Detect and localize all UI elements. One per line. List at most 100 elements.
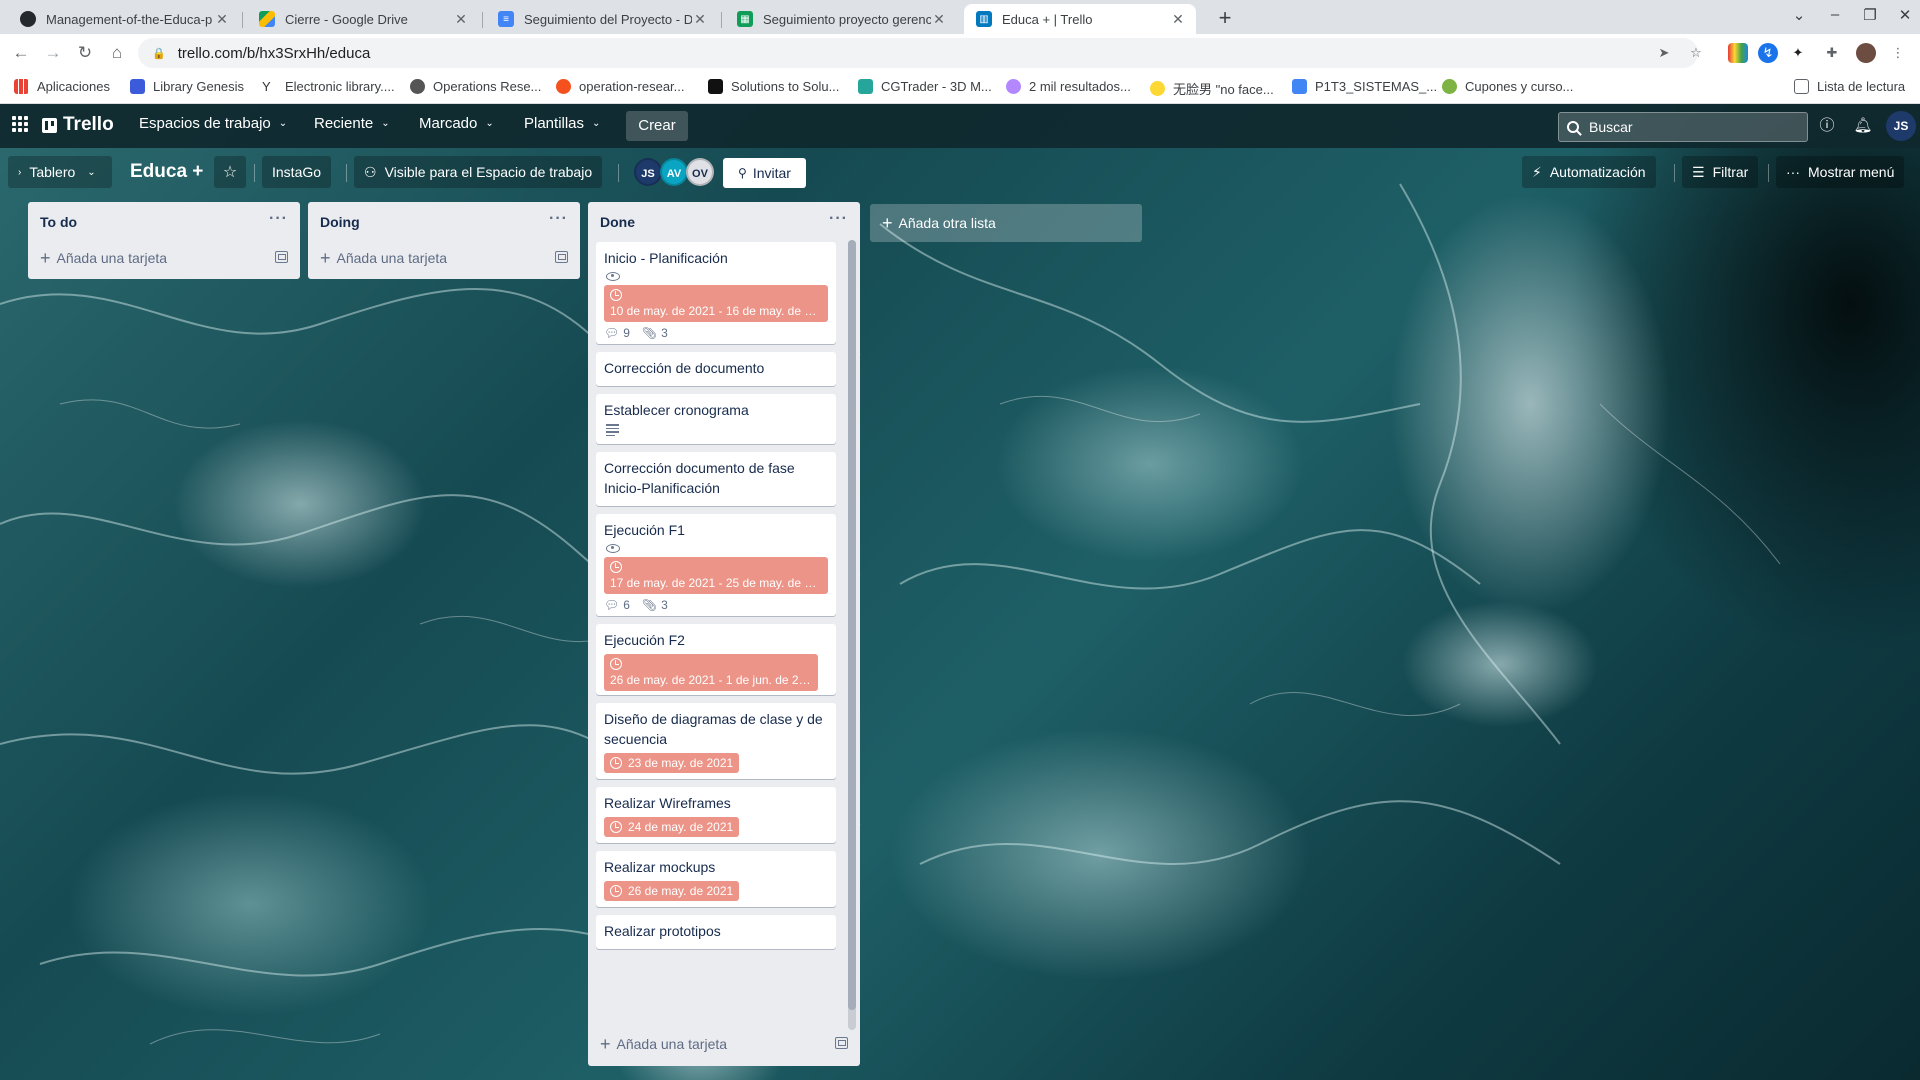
bookmark-item[interactable]: 2 mil resultados... [1006, 79, 1131, 94]
card[interactable]: Realizar Wireframes 24 de may. de 2021 [596, 787, 836, 843]
card[interactable]: Ejecución F2 26 de may. de 2021 - 1 de j… [596, 624, 836, 695]
due-date-badge[interactable]: 26 de may. de 2021 - 1 de jun. de 2021 [604, 654, 818, 691]
card[interactable]: Ejecución F1 17 de may. de 2021 - 25 de … [596, 514, 836, 616]
workspace-button[interactable]: InstaGo [262, 156, 332, 188]
member-avatar[interactable]: OV [686, 158, 714, 186]
list-header[interactable]: To do ··· [28, 202, 300, 242]
color-extension-icon[interactable] [1728, 43, 1748, 63]
ninja-extension-icon[interactable]: ✦ [1788, 43, 1808, 63]
home-icon[interactable]: ⌂ [106, 42, 128, 64]
due-date-badge[interactable]: 26 de may. de 2021 [604, 881, 740, 901]
browser-tab[interactable]: Cierre - Google Drive ✕ [247, 4, 479, 34]
menu-starred[interactable]: Marcado ⌄ [419, 115, 494, 132]
minimize-icon[interactable]: – [1822, 6, 1848, 23]
close-icon[interactable]: ✕ [214, 11, 230, 28]
list-title[interactable]: Doing [320, 214, 360, 230]
trello-logo[interactable]: Trello [42, 114, 114, 136]
scrollbar-thumb[interactable] [848, 240, 856, 1010]
list-title[interactable]: To do [40, 214, 77, 230]
bookmark-star-icon[interactable]: ☆ [1686, 43, 1706, 63]
list-title[interactable]: Done [600, 214, 635, 230]
list-menu-icon[interactable]: ··· [549, 210, 568, 228]
close-icon[interactable]: ✕ [931, 11, 947, 28]
add-list-button[interactable]: + Añada otra lista [870, 204, 1142, 242]
invite-button[interactable]: ⚲ Invitar [723, 158, 806, 188]
star-board-icon[interactable]: ☆ [214, 156, 246, 188]
info-icon[interactable]: ⓘ [1817, 116, 1837, 136]
card-title: Realizar prototipos [604, 923, 721, 939]
automation-button[interactable]: ⚡︎ Automatización [1522, 156, 1656, 188]
bookmark-item[interactable]: P1T3_SISTEMAS_... [1292, 79, 1437, 94]
chrome-menu-icon[interactable]: ⋮ [1888, 43, 1908, 63]
card[interactable]: Establecer cronograma [596, 394, 836, 444]
card-template-icon[interactable] [275, 251, 288, 263]
browser-tab[interactable]: ▦ Seguimiento proyecto gerenc ✕ [725, 4, 957, 34]
list-menu-icon[interactable]: ··· [269, 210, 288, 228]
app-switcher-icon[interactable] [12, 116, 28, 132]
card-template-icon[interactable] [555, 251, 568, 263]
add-card-button[interactable]: + Añada una tarjeta [588, 1028, 860, 1060]
bookmark-apps[interactable]: Aplicaciones [14, 79, 110, 94]
browser-tab-active[interactable]: ▥ Educa + | Trello ✕ [964, 4, 1196, 34]
reload-icon[interactable]: ↻ [74, 42, 96, 64]
user-avatar[interactable]: JS [1886, 111, 1916, 141]
list-menu-icon[interactable]: ··· [829, 210, 848, 228]
reading-list[interactable]: Lista de lectura [1794, 79, 1905, 94]
filter-button[interactable]: ☰ Filtrar [1682, 156, 1759, 188]
notifications-bell-icon[interactable]: 🔔︎ [1853, 116, 1873, 136]
close-icon[interactable]: ✕ [453, 11, 469, 28]
board-view-switcher[interactable]: › Tablero ⌄ [8, 156, 112, 188]
list-header[interactable]: Done ··· [588, 202, 860, 242]
tab-search-icon[interactable]: ⌄ [1786, 6, 1812, 24]
extension-icon[interactable]: ↯ [1758, 43, 1778, 63]
close-icon[interactable]: ✕ [1170, 11, 1186, 28]
forward-icon[interactable]: → [42, 42, 64, 64]
due-date-badge[interactable]: 23 de may. de 2021 [604, 753, 740, 773]
show-menu-button[interactable]: ··· Mostrar menú [1776, 156, 1905, 188]
menu-recent[interactable]: Reciente ⌄ [314, 115, 390, 132]
bookmark-item[interactable]: 无脸男 "no face... [1150, 79, 1274, 98]
card-template-icon[interactable] [835, 1037, 848, 1049]
create-button[interactable]: Crear [626, 111, 688, 141]
url-field[interactable]: 🔒 trello.com/b/hx3SrxHh/educa [138, 38, 1698, 68]
bookmark-item[interactable]: CGTrader - 3D M... [858, 79, 992, 94]
menu-templates[interactable]: Plantillas ⌄ [524, 115, 600, 132]
browser-tab[interactable]: Management-of-the-Educa-p ✕ [8, 4, 240, 34]
back-icon[interactable]: ← [10, 42, 32, 64]
menu-label: Espacios de trabajo [139, 115, 271, 132]
browser-tab[interactable]: ≡ Seguimiento del Proyecto - D ✕ [486, 4, 718, 34]
due-date-badge[interactable]: 10 de may. de 2021 - 16 de may. de 20... [604, 285, 828, 322]
card[interactable]: Inicio - Planificación 10 de may. de 202… [596, 242, 836, 344]
search-input[interactable]: Buscar [1558, 112, 1808, 142]
member-avatar[interactable]: AV [660, 158, 688, 186]
due-date-badge[interactable]: 17 de may. de 2021 - 25 de may. de 20... [604, 557, 828, 594]
due-date-badge[interactable]: 24 de may. de 2021 [604, 817, 740, 837]
bookmark-item[interactable]: Library Genesis [130, 79, 244, 94]
board-title[interactable]: Educa + [126, 156, 207, 188]
card[interactable]: Realizar mockups 26 de may. de 2021 [596, 851, 836, 907]
window-close-icon[interactable]: ✕ [1892, 6, 1918, 24]
extensions-puzzle-icon[interactable]: ✚ [1822, 43, 1842, 63]
bookmark-item[interactable]: Y Electronic library.... [262, 79, 395, 94]
visibility-button[interactable]: ⚇ Visible para el Espacio de trabajo [354, 156, 603, 188]
bookmark-item[interactable]: Solutions to Solu... [708, 79, 839, 94]
bookmark-item[interactable]: Cupones y curso... [1442, 79, 1573, 94]
card[interactable]: Realizar prototipos [596, 915, 836, 949]
profile-avatar-icon[interactable] [1856, 43, 1876, 63]
add-card-button[interactable]: + Añada una tarjeta [28, 242, 300, 274]
card[interactable]: Corrección de documento [596, 352, 836, 386]
member-avatar[interactable]: JS [634, 158, 662, 186]
docs-icon: ≡ [498, 11, 514, 27]
bookmark-item[interactable]: Operations Rese... [410, 79, 541, 94]
new-tab-icon[interactable]: + [1212, 6, 1238, 32]
menu-workspaces[interactable]: Espacios de trabajo ⌄ [139, 115, 287, 132]
send-icon[interactable]: ➤ [1654, 43, 1674, 63]
card[interactable]: Diseño de diagramas de clase y de secuen… [596, 703, 836, 779]
list-scrollbar[interactable] [848, 240, 856, 1030]
add-card-button[interactable]: + Añada una tarjeta [308, 242, 580, 274]
list-header[interactable]: Doing ··· [308, 202, 580, 242]
restore-icon[interactable]: ❐ [1857, 6, 1883, 24]
close-icon[interactable]: ✕ [692, 11, 708, 28]
bookmark-item[interactable]: operation-resear... [556, 79, 685, 94]
card[interactable]: Corrección documento de fase Inicio-Plan… [596, 452, 836, 506]
